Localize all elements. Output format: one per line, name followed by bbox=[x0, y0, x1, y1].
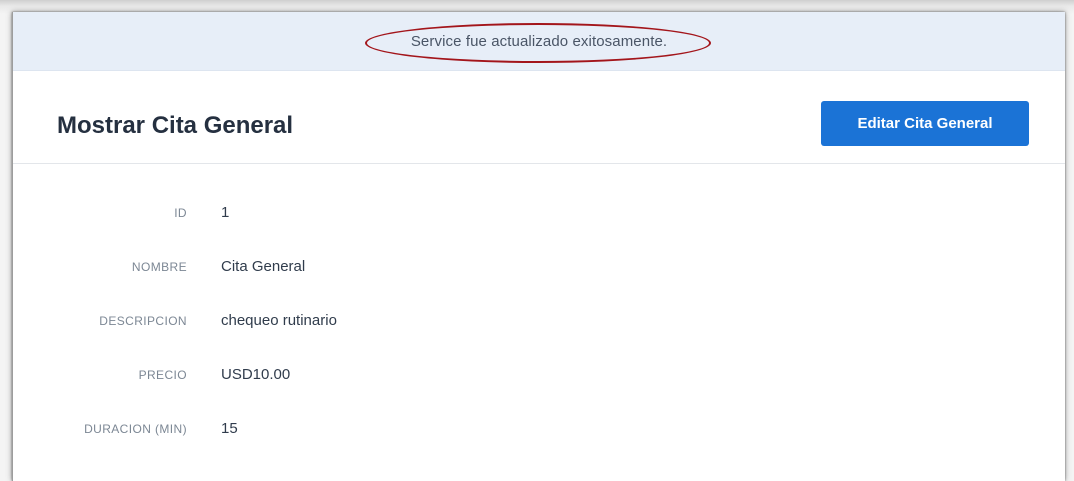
detail-row-descripcion: DESCRIPCION chequeo rutinario bbox=[13, 296, 1065, 350]
detail-label: PRECIO bbox=[138, 368, 187, 382]
detail-label: NOMBRE bbox=[131, 260, 187, 274]
detail-value: USD10.00 bbox=[221, 366, 291, 383]
detail-label: DESCRIPCION bbox=[99, 314, 187, 328]
page-header: Mostrar Cita General Editar Cita General bbox=[13, 70, 1065, 164]
detail-row-id: ID 1 bbox=[13, 188, 1065, 242]
details-list: ID 1 NOMBRE Cita General DESCRIPCION che… bbox=[13, 188, 1065, 458]
main-panel: Service fue actualizado exitosamente. Mo… bbox=[12, 12, 1065, 481]
screenshot-canvas: Service fue actualizado exitosamente. Mo… bbox=[0, 0, 1074, 481]
detail-value: Cita General bbox=[221, 258, 306, 275]
detail-row-nombre: NOMBRE Cita General bbox=[13, 242, 1065, 296]
page-title: Mostrar Cita General bbox=[57, 112, 294, 139]
detail-value: 1 bbox=[221, 204, 230, 221]
detail-value: chequeo rutinario bbox=[221, 312, 337, 329]
annotation-highlight-ellipse bbox=[365, 23, 711, 63]
success-flash-banner: Service fue actualizado exitosamente. bbox=[13, 12, 1065, 71]
detail-label: DURACION (MIN) bbox=[84, 422, 187, 436]
detail-row-duracion: DURACION (MIN) 15 bbox=[13, 404, 1065, 458]
edit-button[interactable]: Editar Cita General bbox=[821, 101, 1029, 146]
detail-row-precio: PRECIO USD10.00 bbox=[13, 350, 1065, 404]
detail-label: ID bbox=[174, 206, 187, 220]
detail-value: 15 bbox=[221, 420, 238, 437]
